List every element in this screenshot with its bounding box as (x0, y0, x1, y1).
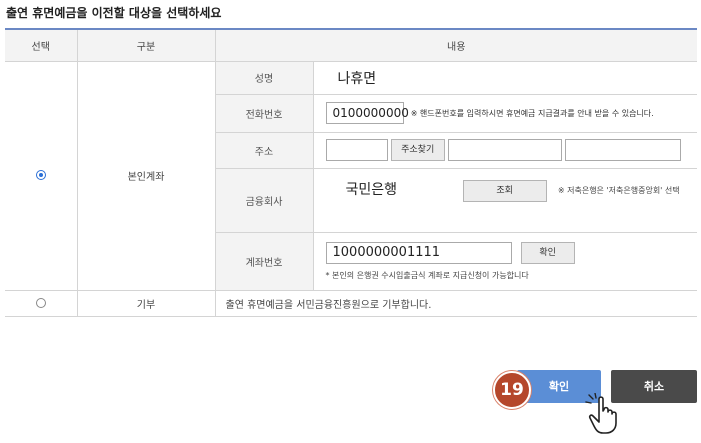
address-label: 주소 (214, 131, 314, 169)
header-select: 선택 (5, 28, 78, 62)
transfer-target-table: 선택 구분 내용 본인계좌 성명 나휴면 전화번호 0100000000 ※ 핸… (5, 28, 697, 317)
account-cell: 1000000001111 확인 * 본인의 은행권 수시입출금식 계좌로 지급… (312, 231, 697, 291)
bank-note: ※ 저축은행은 '저축은행중앙회' 선택 (557, 186, 680, 195)
own-account-select-cell[interactable] (5, 60, 78, 291)
address-search-button[interactable]: 주소찾기 (390, 139, 445, 161)
phone-input[interactable]: 0100000000 (325, 102, 409, 124)
bank-cell: 국민은행 조회 ※ 저축은행은 '저축은행중앙회' 선택 (312, 167, 697, 233)
bank-lookup-button[interactable]: 조회 (462, 179, 547, 202)
header-category: 구분 (76, 28, 216, 62)
phone-label: 전화번호 (214, 93, 314, 133)
pointer-hand-icon (585, 393, 617, 434)
account-note: * 본인의 은행권 수시입출금식 계좌로 지급신청이 가능합니다 (325, 270, 529, 280)
account-input[interactable]: 1000000001111 (325, 241, 512, 264)
address-input[interactable] (447, 139, 562, 161)
donation-select-cell[interactable] (5, 289, 78, 317)
bank-label: 금융회사 (214, 167, 314, 233)
address-detail-input[interactable] (565, 139, 682, 161)
header-content: 내용 (214, 28, 697, 62)
donation-category: 기부 (76, 289, 216, 317)
donation-radio[interactable] (35, 297, 46, 308)
name-value: 나휴면 (337, 70, 377, 87)
step-number-badge: 19 (493, 371, 531, 409)
own-account-radio[interactable] (35, 170, 46, 180)
postcode-input[interactable] (325, 139, 388, 161)
own-account-category: 본인계좌 (76, 60, 216, 291)
account-label: 계좌번호 (214, 231, 314, 291)
phone-cell: 0100000000 ※ 핸드폰번호를 입력하시면 휴면예금 지급결과를 안내 … (312, 93, 697, 133)
page-title: 출연 휴면예금을 이전할 대상을 선택하세요 (6, 6, 222, 20)
phone-note: ※ 핸드폰번호를 입력하시면 휴면예금 지급결과를 안내 받을 수 있습니다. (410, 108, 654, 118)
donation-text: 출연 휴면예금을 서민금융진흥원으로 기부합니다. (214, 289, 697, 317)
bank-value: 국민은행 (345, 181, 398, 198)
account-confirm-button[interactable]: 확인 (520, 241, 575, 264)
table-header-row: 선택 구분 내용 (5, 28, 697, 62)
address-cell: 주소찾기 (312, 131, 697, 169)
name-value-cell: 나휴면 (312, 60, 697, 95)
table-row: 기부 출연 휴면예금을 서민금융진흥원으로 기부합니다. (5, 289, 697, 317)
name-label: 성명 (214, 60, 314, 95)
table-row: 본인계좌 성명 나휴면 (5, 60, 697, 291)
